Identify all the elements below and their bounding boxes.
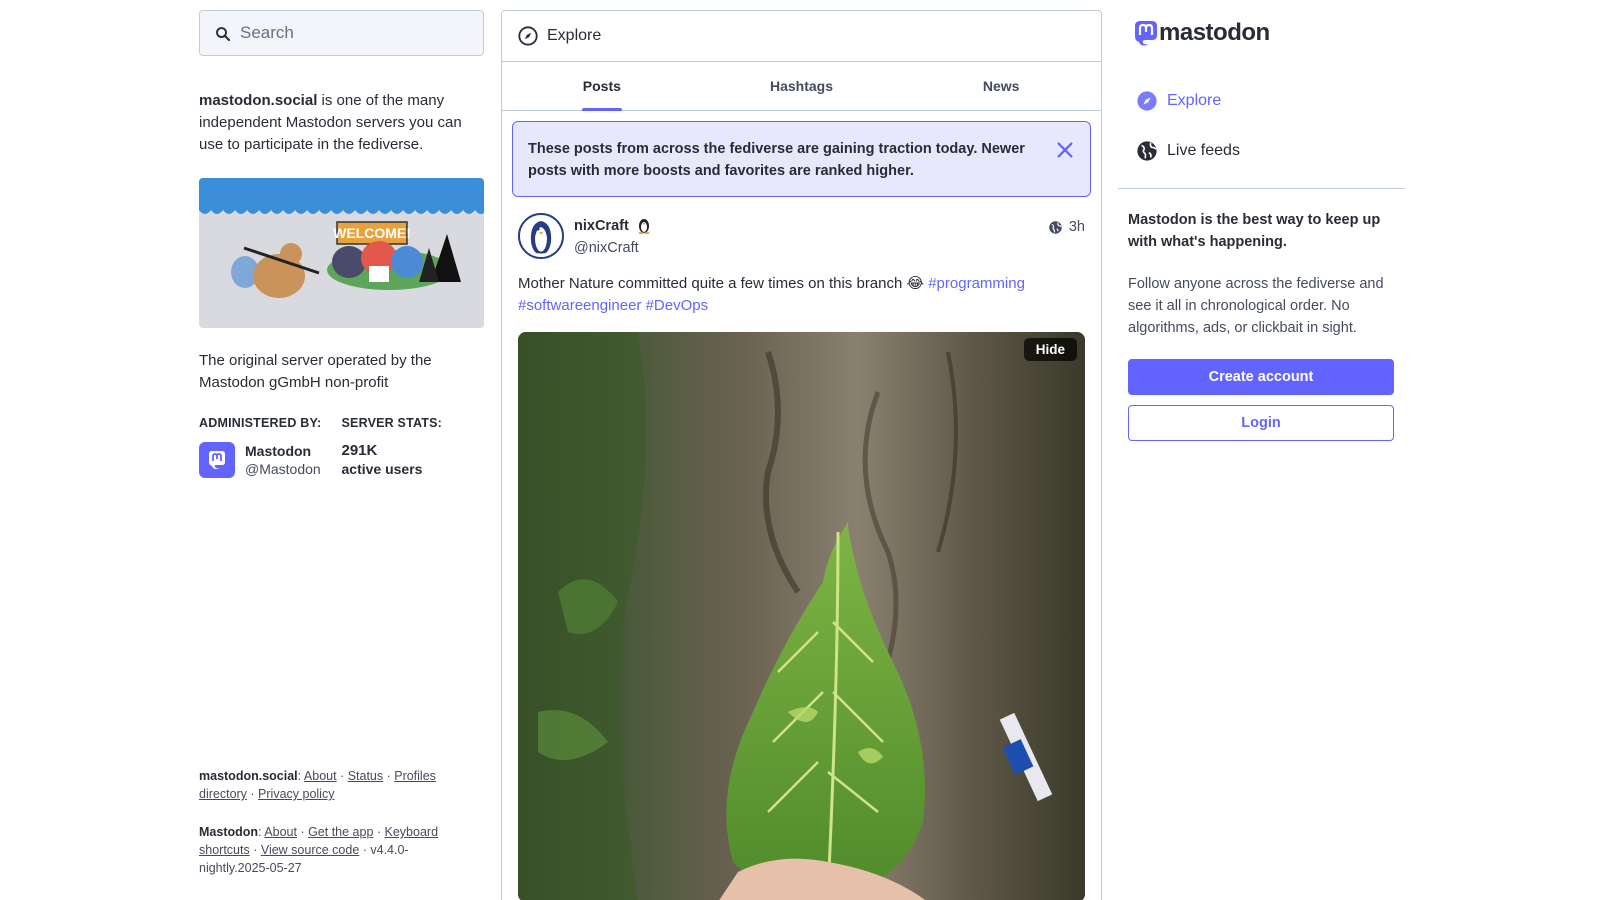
- sidebar-item-label: Live feeds: [1167, 142, 1240, 159]
- hashtag-link[interactable]: #softwareengineer: [518, 297, 641, 314]
- status-text: Mother Nature committed quite a few time…: [518, 275, 903, 292]
- navigation-panel: mastodon Explore Live feeds Mastodon is …: [1118, 10, 1405, 441]
- mastodon-logo[interactable]: mastodon: [1131, 16, 1405, 50]
- active-users-count: 291K: [341, 442, 378, 459]
- tab-news[interactable]: News: [901, 62, 1101, 110]
- app-footer-links: Mastodon: About · Get the app · Keyboard…: [199, 825, 439, 875]
- admin-handle: @Mastodon: [245, 461, 321, 477]
- leaf-photo: [518, 332, 1085, 900]
- footer-server-name: mastodon.social: [199, 769, 298, 783]
- logo-wordmark: mastodon: [1159, 19, 1270, 46]
- sidebar-item-explore[interactable]: Explore: [1118, 76, 1405, 126]
- footer-privacy-policy-link[interactable]: Privacy policy: [258, 787, 334, 801]
- avatar[interactable]: [518, 213, 564, 259]
- create-account-button[interactable]: Create account: [1128, 359, 1394, 395]
- status-content: Mother Nature committed quite a few time…: [518, 273, 1085, 317]
- media-attachment[interactable]: Hide: [518, 332, 1085, 900]
- avatar[interactable]: [199, 442, 235, 478]
- server-intro: mastodon.social is one of the many indep…: [199, 90, 484, 156]
- server-sidebar: mastodon.social is one of the many indep…: [199, 10, 484, 890]
- globe-icon: [1137, 141, 1157, 161]
- username[interactable]: @nixCraft: [574, 237, 653, 259]
- footer-view-source-link[interactable]: View source code: [261, 843, 359, 857]
- mastodon-logo-icon: [209, 451, 225, 470]
- promo-text: Follow anyone across the fediverse and s…: [1128, 276, 1384, 336]
- status-header: nixCraft @nixCraft: [518, 213, 1085, 259]
- divider: [1118, 188, 1405, 189]
- server-footer-links: mastodon.social: About · Status · Profil…: [199, 769, 436, 801]
- search-icon: [216, 27, 231, 42]
- footer-status-link[interactable]: Status: [348, 769, 383, 783]
- server-description: The original server operated by the Mast…: [199, 352, 432, 391]
- hashtag-link[interactable]: #programming: [928, 275, 1025, 292]
- footer-app-name: Mastodon: [199, 825, 259, 839]
- explore-column: Explore Posts Hashtags News These posts …: [501, 10, 1102, 900]
- tab-posts[interactable]: Posts: [502, 62, 702, 110]
- relative-time: 3h: [1068, 219, 1085, 235]
- search-input[interactable]: [240, 23, 470, 43]
- trending-notice-banner: These posts from across the fediverse ar…: [512, 121, 1091, 197]
- server-banner-illustration: WELCOME!: [199, 178, 484, 328]
- display-name[interactable]: nixCraft: [574, 215, 653, 237]
- server-banner: WELCOME!: [199, 178, 484, 328]
- active-users-stat: 291K active users: [342, 442, 485, 478]
- search-box[interactable]: [199, 10, 484, 56]
- notice-text: These posts from across the fediverse ar…: [528, 141, 1025, 179]
- banner-sign-text: WELCOME!: [333, 225, 411, 241]
- compass-icon: [518, 26, 538, 46]
- admin-name: Mastodon: [245, 443, 312, 459]
- server-stats-heading: SERVER STATS:: [341, 416, 443, 430]
- hashtag-link[interactable]: #DevOps: [646, 297, 709, 314]
- signup-promo: Mastodon is the best way to keep up with…: [1118, 209, 1405, 441]
- sidebar-nav: Explore Live feeds: [1118, 76, 1405, 176]
- explore-tabs: Posts Hashtags News: [502, 62, 1101, 111]
- status-meta[interactable]: 3h: [1048, 219, 1085, 235]
- column-title: Explore: [547, 27, 602, 44]
- compass-icon: [1137, 91, 1157, 111]
- link-footer: mastodon.social: About · Status · Profil…: [199, 767, 449, 877]
- footer-get-app-link[interactable]: Get the app: [308, 825, 373, 839]
- penguin-avatar-icon: [520, 215, 562, 257]
- tab-hashtags[interactable]: Hashtags: [702, 62, 902, 110]
- sidebar-item-live-feeds[interactable]: Live feeds: [1118, 126, 1405, 176]
- admin-account[interactable]: Mastodon @Mastodon: [199, 442, 342, 478]
- penguin-emoji-icon: [638, 219, 650, 234]
- globe-icon: [1049, 220, 1062, 234]
- server-info: ADMINISTERED BY: Mastodon @Mastodon SERV…: [199, 416, 484, 478]
- laughing-emoji-icon: 😂: [906, 275, 925, 292]
- column-header[interactable]: Explore: [502, 11, 1101, 62]
- footer-mastodon-about-link[interactable]: About: [264, 825, 297, 839]
- status-post[interactable]: nixCraft @nixCraft 3h Mother Nature comm…: [502, 197, 1101, 900]
- administered-by-heading: ADMINISTERED BY:: [199, 416, 322, 430]
- server-domain: mastodon.social: [199, 92, 318, 109]
- promo-heading: Mastodon is the best way to keep up with…: [1128, 212, 1381, 250]
- footer-about-link[interactable]: About: [304, 769, 337, 783]
- mastodon-logo-icon: [1135, 21, 1157, 46]
- sidebar-item-label: Explore: [1167, 92, 1222, 109]
- hide-media-button[interactable]: Hide: [1023, 338, 1077, 361]
- active-users-label: active users: [341, 461, 423, 477]
- close-icon[interactable]: [1054, 139, 1076, 161]
- login-button[interactable]: Login: [1128, 405, 1394, 441]
